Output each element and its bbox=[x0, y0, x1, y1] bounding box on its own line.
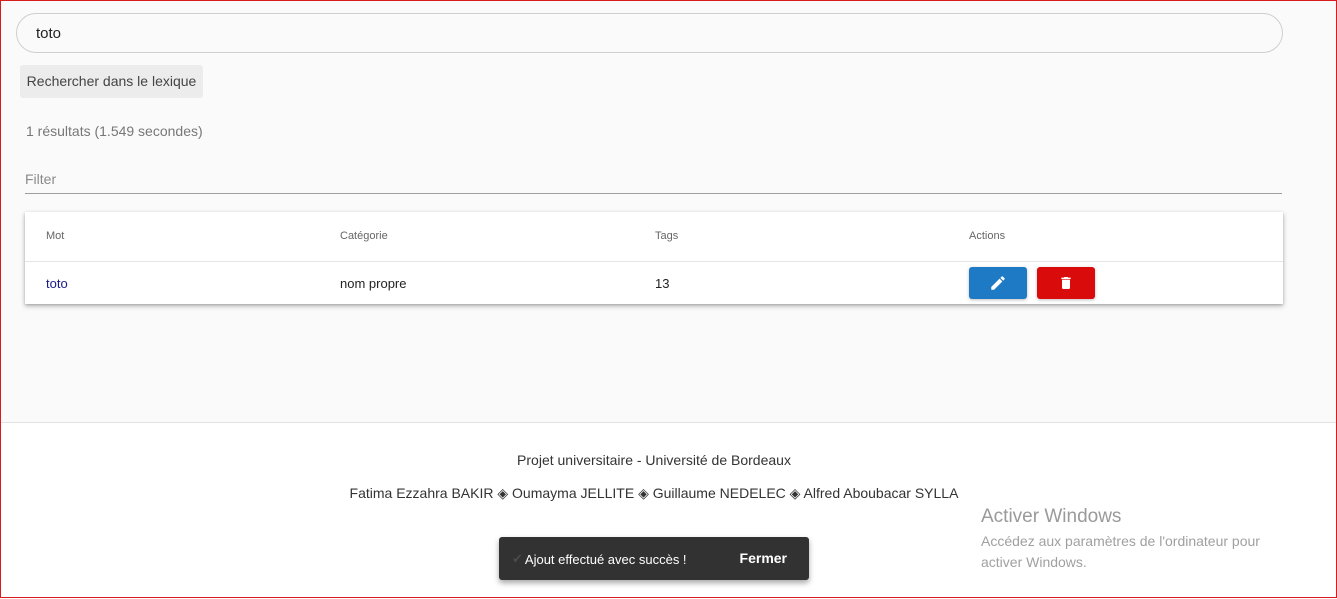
column-header-actions: Actions bbox=[969, 230, 1006, 242]
windows-activation-title: Activer Windows bbox=[981, 506, 1122, 527]
trash-icon bbox=[1061, 277, 1071, 289]
snackbar-text: Ajout effectué avec succès ! bbox=[524, 551, 687, 567]
pencil-icon bbox=[991, 276, 1005, 290]
search-input[interactable] bbox=[36, 25, 1236, 42]
filter-input[interactable] bbox=[25, 171, 1282, 187]
column-header-mot[interactable]: Mot bbox=[46, 230, 64, 242]
snackbar: ✔ Ajout effectué avec succès ! Fermer bbox=[499, 537, 809, 580]
filter-field[interactable] bbox=[25, 171, 1282, 194]
header-divider bbox=[25, 261, 1283, 262]
cell-mot-link[interactable]: toto bbox=[46, 276, 68, 291]
column-header-tags[interactable]: Tags bbox=[655, 230, 678, 242]
column-header-categorie[interactable]: Catégorie bbox=[340, 230, 388, 242]
cell-categorie: nom propre bbox=[340, 276, 407, 291]
cell-tags: 13 bbox=[655, 276, 670, 291]
footer-project-text: Projet universitaire - Université de Bor… bbox=[517, 452, 791, 468]
delete-button[interactable] bbox=[1037, 267, 1095, 299]
results-table: Mot Catégorie Tags Actions toto nom prop… bbox=[25, 212, 1283, 304]
snackbar-close-button[interactable]: Fermer bbox=[740, 550, 787, 566]
check-icon: ✔ bbox=[512, 551, 523, 566]
edit-button[interactable] bbox=[969, 267, 1027, 299]
windows-activation-subtitle: Accédez aux paramètres de l'ordinateur p… bbox=[981, 533, 1260, 570]
snackbar-message: ✔ Ajout effectué avec succès ! bbox=[512, 551, 687, 567]
search-field[interactable] bbox=[16, 13, 1283, 53]
results-count: 1 résultats (1.549 secondes) bbox=[26, 123, 203, 139]
search-lexicon-button[interactable]: Rechercher dans le lexique bbox=[20, 65, 203, 98]
footer-authors-text: Fatima Ezzahra BAKIR ◈ Oumayma JELLITE ◈… bbox=[349, 485, 959, 501]
